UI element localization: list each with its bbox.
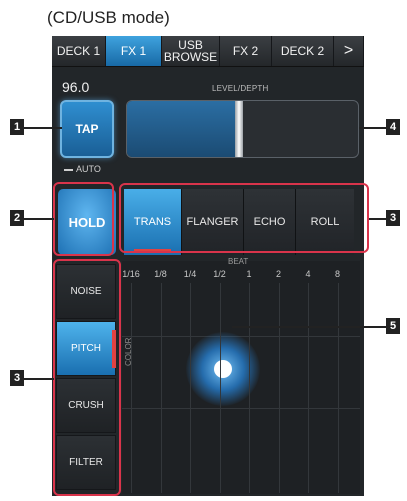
auto-dash-icon xyxy=(64,168,73,171)
grid-line xyxy=(249,283,250,493)
auto-indicator[interactable]: AUTO xyxy=(64,164,101,174)
callout-3-left: 3 xyxy=(10,370,24,386)
callout-3-right: 3 xyxy=(386,210,400,226)
callout-line xyxy=(24,218,54,220)
callout-4: 4 xyxy=(386,119,400,135)
beat-tick-label: 8 xyxy=(334,269,341,279)
grid-line xyxy=(122,408,360,409)
callout-5: 5 xyxy=(386,318,400,334)
level-depth-label: LEVEL/DEPTH xyxy=(212,84,269,93)
beat-tick-label: 1/8 xyxy=(154,269,167,279)
level-depth-slider[interactable] xyxy=(126,100,359,158)
callout-2: 2 xyxy=(10,210,24,226)
grid-line xyxy=(131,283,132,493)
callout-box-fx-types xyxy=(119,183,369,253)
callout-line xyxy=(24,378,54,380)
callout-box-hold xyxy=(53,182,114,256)
grid-line xyxy=(338,283,339,493)
tab-deck1[interactable]: DECK 1 xyxy=(52,36,106,66)
tab-bar: DECK 1 FX 1 USB BROWSE FX 2 DECK 2 > xyxy=(52,36,364,67)
tab-fx2[interactable]: FX 2 xyxy=(220,36,272,66)
grid-line xyxy=(190,283,191,493)
beat-tick-label: 1/16 xyxy=(122,269,140,279)
level-depth-fill xyxy=(127,101,237,157)
beat-tick-label: 2 xyxy=(275,269,282,279)
callout-line xyxy=(359,127,386,129)
beat-tick-label: 1 xyxy=(246,269,252,279)
callout-line xyxy=(24,127,62,129)
tab-usb-browse[interactable]: USB BROWSE xyxy=(162,36,220,66)
tab-fx1[interactable]: FX 1 xyxy=(106,36,162,66)
bpm-readout: 96.0 xyxy=(62,79,90,95)
callout-box-side-fx xyxy=(53,259,121,496)
beat-tick-label: 1/2 xyxy=(213,269,226,279)
callout-line xyxy=(232,326,386,328)
beat-tick-label: 4 xyxy=(305,269,311,279)
grid-line xyxy=(279,283,280,493)
beat-tick-label: 1/4 xyxy=(183,269,197,279)
grid-line xyxy=(220,283,221,493)
beat-label: BEAT xyxy=(228,257,249,266)
grid-line xyxy=(161,283,162,493)
xy-touch-point[interactable] xyxy=(214,360,232,378)
level-depth-knob[interactable] xyxy=(235,101,243,157)
callout-1: 1 xyxy=(10,119,24,135)
tab-next-arrow[interactable]: > xyxy=(334,36,364,66)
auto-label: AUTO xyxy=(76,164,101,174)
callout-line xyxy=(369,218,386,220)
tap-button[interactable]: TAP xyxy=(60,100,114,158)
mode-caption: (CD/USB mode) xyxy=(47,8,170,27)
tab-deck2[interactable]: DECK 2 xyxy=(272,36,334,66)
grid-line xyxy=(308,283,309,493)
